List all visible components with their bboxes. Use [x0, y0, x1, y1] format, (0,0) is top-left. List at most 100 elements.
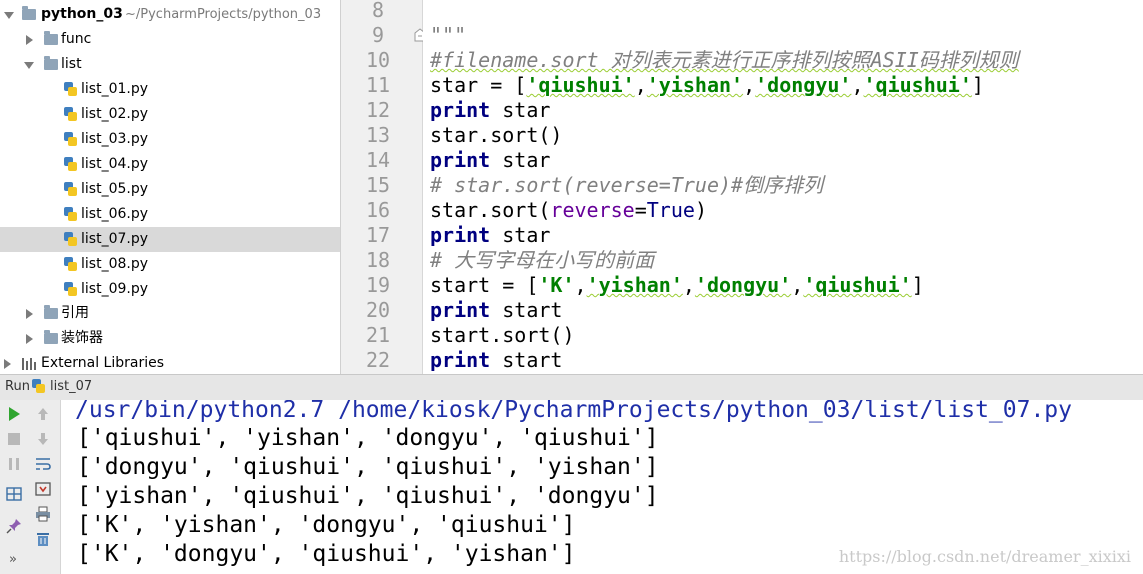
- tree-file-list-06[interactable]: list_06.py: [0, 202, 340, 227]
- string-token: 'dongyu': [694, 273, 792, 297]
- code-token: start: [430, 273, 491, 297]
- console-line: ['K', 'yishan', 'dongyu', 'qiushui']: [77, 512, 576, 538]
- pin-icon[interactable]: [6, 518, 22, 534]
- tree-file-list-02[interactable]: list_02.py: [0, 102, 340, 127]
- python-file-icon: [64, 157, 77, 171]
- tree-file-list-07[interactable]: list_07.py: [0, 227, 340, 252]
- code-token: start: [490, 348, 563, 372]
- rerun-icon[interactable]: [6, 406, 22, 422]
- tree-item-label: list_08.py: [81, 256, 148, 272]
- tree-item-references[interactable]: 引用: [0, 301, 340, 326]
- print-icon[interactable]: [35, 506, 51, 522]
- python-file-icon: [64, 82, 77, 96]
- chevron-right-icon[interactable]: [4, 359, 11, 369]
- tree-item-label: list: [61, 56, 82, 72]
- project-path: ~/PycharmProjects/python_03: [125, 7, 322, 22]
- arrow-down-icon[interactable]: [35, 431, 51, 447]
- code-token: ]: [911, 273, 924, 297]
- python-file-icon: [64, 182, 77, 196]
- code-line-9: """: [430, 23, 467, 47]
- code-line-20: print start: [430, 298, 562, 323]
- keyword-token: print: [430, 148, 491, 172]
- line-number: 10: [365, 48, 391, 72]
- line-number: 16: [365, 198, 391, 222]
- tree-file-list-09[interactable]: list_09.py: [0, 277, 340, 302]
- pause-icon[interactable]: [6, 456, 22, 472]
- string-token: 'yishan': [586, 273, 683, 297]
- python-file-icon: [64, 207, 77, 221]
- console-line: ['qiushui', 'yishan', 'dongyu', 'qiushui…: [77, 425, 659, 451]
- chevron-down-icon[interactable]: [4, 12, 14, 19]
- python-file-icon: [64, 132, 77, 146]
- run-config-tab[interactable]: list_07: [50, 375, 92, 399]
- code-line-11: star = ['qiushui','yishan','dongyu','qiu…: [430, 73, 984, 98]
- folder-icon: [44, 31, 58, 45]
- folder-icon: [44, 305, 58, 319]
- code-token: start: [490, 298, 563, 322]
- tree-file-list-04[interactable]: list_04.py: [0, 152, 340, 177]
- line-number: 13: [365, 123, 391, 147]
- line-number: 11: [365, 73, 391, 97]
- builtin-token: True: [646, 198, 695, 222]
- editor-gutter[interactable]: 8 9 10 11 12 13 14 15 16 17 18 19 20 21 …: [341, 0, 423, 374]
- scroll-to-end-icon[interactable]: [35, 481, 51, 497]
- line-number: 9: [371, 23, 385, 47]
- tree-file-list-08[interactable]: list_08.py: [0, 252, 340, 277]
- code-token: ,: [851, 73, 864, 97]
- folder-icon: [22, 6, 36, 20]
- line-number: 12: [365, 98, 391, 122]
- tree-root-python-03[interactable]: python_03 ~/PycharmProjects/python_03: [0, 2, 340, 27]
- tree-item-label: list_01.py: [81, 81, 148, 97]
- code-editor[interactable]: """ #filename.sort 对列表元素进行正序排列按照ASII码排列规…: [423, 0, 1143, 374]
- tree-file-list-03[interactable]: list_03.py: [0, 127, 340, 152]
- code-line-16: star.sort(reverse=True): [430, 198, 707, 223]
- code-token: ,: [743, 73, 756, 97]
- string-token: 'dongyu': [755, 73, 852, 97]
- run-toolbar: »: [0, 400, 61, 574]
- chevron-down-icon[interactable]: [24, 62, 34, 69]
- console-line: ['yishan', 'qiushui', 'qiushui', 'dongyu…: [77, 483, 659, 509]
- tree-item-label: 装饰器: [61, 330, 103, 346]
- code-token: = [: [490, 273, 539, 297]
- keyword-token: print: [430, 223, 491, 247]
- tree-item-label: list_03.py: [81, 131, 148, 147]
- console-line: ['K', 'dongyu', 'qiushui', 'yishan']: [77, 541, 576, 567]
- tree-item-label: list_09.py: [81, 281, 148, 297]
- kwarg-token: reverse: [550, 198, 635, 222]
- soft-wrap-icon[interactable]: [35, 456, 51, 472]
- code-token: ]: [971, 73, 984, 97]
- tree-item-external-libraries[interactable]: External Libraries: [0, 351, 340, 374]
- line-number: 8: [371, 0, 385, 22]
- tree-item-label: 引用: [61, 305, 89, 321]
- code-line-15: # star.sort(reverse=True)#倒序排列: [430, 173, 824, 197]
- tree-item-label: External Libraries: [41, 355, 164, 371]
- folder-icon: [44, 56, 58, 70]
- tree-item-decorators[interactable]: 装饰器: [0, 326, 340, 351]
- tree-item-func[interactable]: func: [0, 27, 340, 52]
- tree-item-label: list_02.py: [81, 106, 148, 122]
- python-file-icon: [32, 379, 45, 393]
- chevron-right-icon[interactable]: [26, 334, 33, 344]
- code-token: ,: [634, 73, 647, 97]
- code-token: ,: [682, 273, 695, 297]
- chevron-right-icon[interactable]: [26, 35, 33, 45]
- tree-item-label: list_07.py: [81, 231, 148, 247]
- tree-item-list[interactable]: list: [0, 52, 340, 77]
- trash-icon[interactable]: [35, 531, 51, 547]
- tree-item-label: func: [61, 31, 92, 47]
- run-panel-header: Run list_07: [0, 374, 1143, 401]
- tree-file-list-01[interactable]: list_01.py: [0, 77, 340, 102]
- code-line-21: start.sort(): [430, 323, 575, 347]
- arrow-up-icon[interactable]: [35, 406, 51, 422]
- more-tools-icon[interactable]: »: [9, 552, 17, 567]
- code-line-17: print star: [430, 223, 550, 248]
- stop-icon[interactable]: [6, 431, 22, 447]
- layout-icon[interactable]: [6, 486, 22, 502]
- console-command-line: /usr/bin/python2.7 /home/kiosk/PycharmPr…: [75, 400, 1072, 423]
- line-number: 18: [365, 248, 391, 272]
- chevron-right-icon[interactable]: [26, 309, 33, 319]
- code-token: star: [430, 73, 479, 97]
- code-line-10: #filename.sort 对列表元素进行正序排列按照ASII码排列规则: [430, 48, 1019, 73]
- code-line-14: print star: [430, 148, 550, 173]
- tree-file-list-05[interactable]: list_05.py: [0, 177, 340, 202]
